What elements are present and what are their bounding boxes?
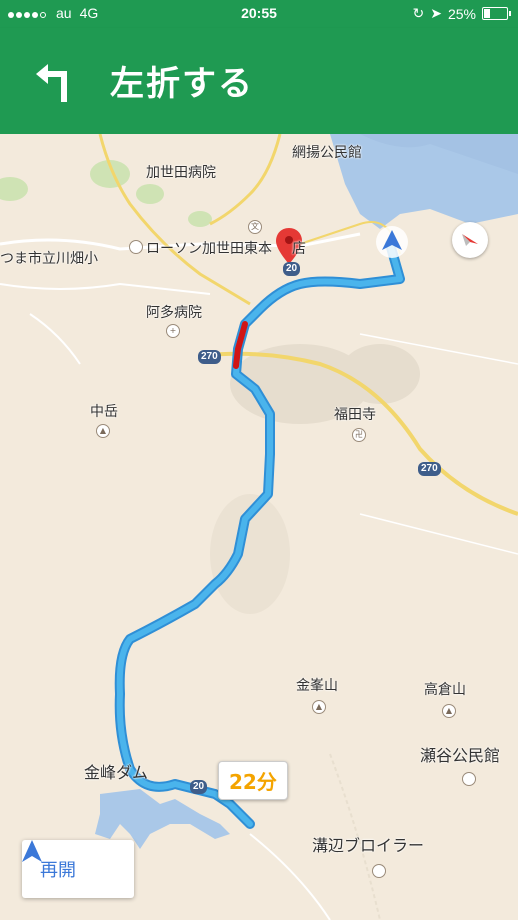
poi-dot-icon: [129, 240, 143, 254]
hospital-icon: +: [166, 324, 180, 338]
map-label: 阿多病院: [146, 305, 202, 321]
battery-percentage: 25%: [447, 5, 476, 22]
mountain-icon: ▲: [442, 704, 456, 718]
turn-instruction: 左折する: [110, 64, 254, 104]
status-right: ↻ ➤ 25%: [412, 5, 511, 22]
route-shield-20: 20: [283, 262, 301, 276]
map-label: 金峯山: [296, 678, 338, 694]
school-icon: 文: [248, 220, 262, 234]
map-label: 高倉山: [424, 682, 466, 698]
location-arrow-icon: ➤: [430, 5, 442, 21]
mountain-icon: ▲: [312, 700, 326, 714]
route-shield-270: 270: [198, 350, 221, 364]
eta-badge: 22分: [218, 761, 288, 800]
map-label: 溝辺ブロイラー: [312, 836, 425, 855]
battery-fill: [484, 9, 490, 18]
map-label: ローソン加世田東本: [146, 241, 272, 257]
navigation-header: 左折する: [0, 28, 518, 134]
map-view[interactable]: 20 270 270 20 網揚公民館 加世田病院 つま市立川畑小 ローソン加世…: [0, 134, 518, 920]
map-label: 金峰ダム: [84, 763, 149, 782]
map-label: つま市立川畑小: [0, 251, 98, 267]
map-label: 店: [292, 241, 306, 257]
navigation-arrow-icon: [22, 840, 42, 862]
route-shield-20: 20: [190, 780, 208, 794]
status-bar: au 4G 20:55 ↻ ➤ 25%: [0, 0, 518, 28]
map-label: 網揚公民館: [292, 145, 362, 161]
battery-icon: [482, 7, 511, 20]
map-label: 加世田病院: [146, 165, 216, 181]
compass-icon: [462, 234, 478, 246]
map-label: 福田寺: [334, 407, 376, 423]
poi-dot-icon: [372, 864, 386, 878]
mountain-icon: ▲: [96, 424, 110, 438]
temple-icon: 卍: [352, 428, 366, 442]
resume-label: 再開: [40, 860, 76, 881]
compass-button[interactable]: [452, 222, 488, 258]
turn-left-icon: [36, 64, 67, 102]
rotation-lock-icon: ↻: [412, 5, 425, 21]
map-label: 瀬谷公民館: [420, 746, 501, 765]
poi-dot-icon: [462, 772, 476, 786]
resume-button[interactable]: 再開: [22, 840, 134, 898]
map-label: 中岳: [90, 404, 118, 420]
route-shield-270: 270: [418, 462, 441, 476]
